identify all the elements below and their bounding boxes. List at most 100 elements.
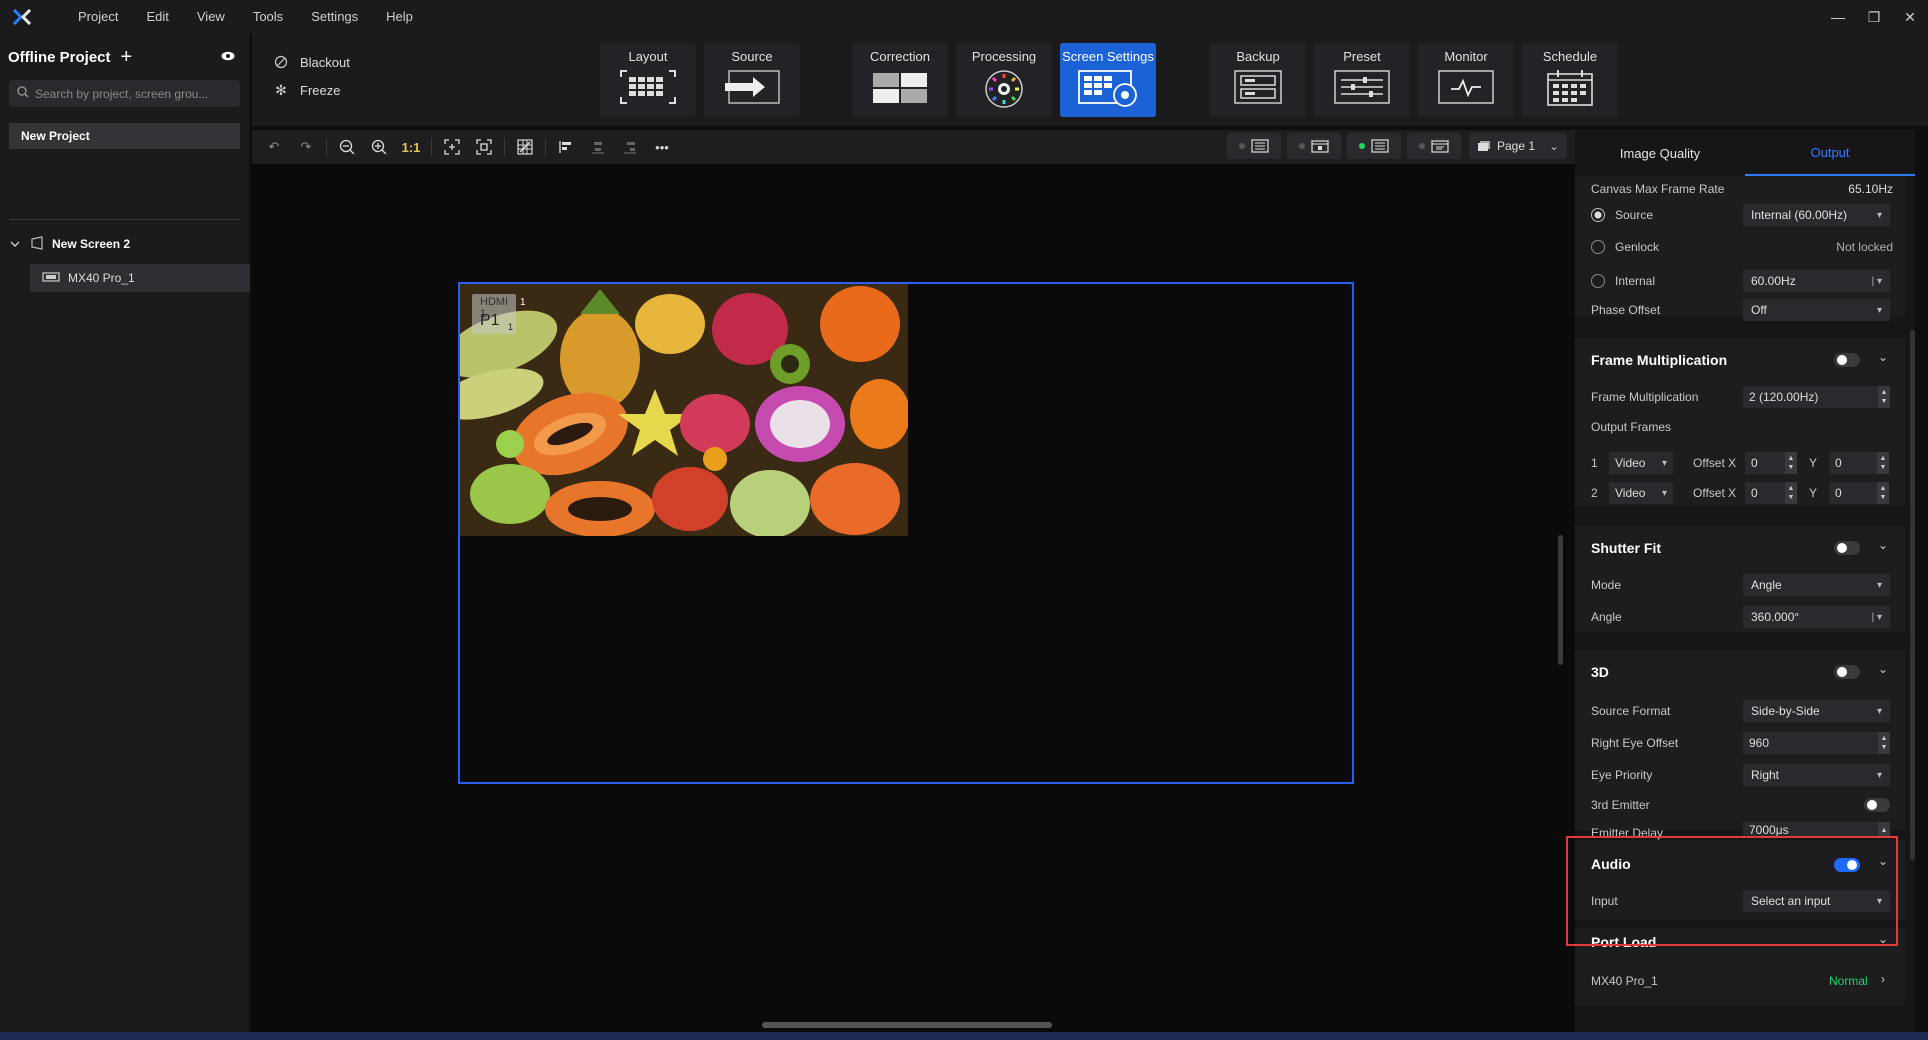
audio-input-select[interactable]: Select an input ▾ (1743, 890, 1890, 912)
view-mode-1-button[interactable] (1227, 133, 1281, 159)
genlock-row[interactable]: Genlock Not locked (1575, 234, 1905, 260)
pages-icon (1478, 141, 1490, 151)
app-logo-icon[interactable] (0, 0, 44, 34)
chevron-right-icon[interactable]: › (1881, 972, 1885, 986)
source-format-select[interactable]: Side-by-Side ▾ (1743, 700, 1890, 722)
chevron-down-icon: ▾ (1876, 209, 1882, 221)
stepper-arrows[interactable]: ▲ ▼ (1785, 482, 1797, 504)
menu-edit[interactable]: Edit (132, 0, 182, 34)
fit-all-icon[interactable] (436, 133, 468, 161)
undo-icon[interactable]: ↶ (258, 133, 290, 161)
menu-settings[interactable]: Settings (297, 0, 372, 34)
layout-button[interactable]: Layout (600, 43, 696, 117)
minimize-button[interactable]: — (1820, 0, 1856, 34)
blackout-button[interactable]: Blackout (272, 48, 350, 76)
right-eye-offset-stepper[interactable]: 960 ▲ ▼ (1743, 732, 1890, 754)
chevron-down-icon[interactable]: ⌄ (1878, 932, 1888, 946)
output-frames-label: Output Frames (1591, 420, 1672, 434)
align-left-icon[interactable] (550, 133, 582, 161)
chevron-down-icon[interactable]: ⌄ (1878, 538, 1888, 552)
grid-snap-icon[interactable] (509, 133, 541, 161)
menu-help[interactable]: Help (372, 0, 427, 34)
screen-canvas[interactable]: HDMI 1 P1 1 1 (252, 164, 1575, 1032)
processing-button[interactable]: Processing (956, 43, 1052, 117)
layer-badge: HDMI 1 P1 1 (472, 294, 516, 334)
view-mode-3-button[interactable] (1347, 133, 1401, 159)
menu-view[interactable]: View (183, 0, 239, 34)
stepper-arrows[interactable]: ▲ ▼ (1878, 732, 1890, 754)
frame-1-offset-y-stepper[interactable]: 0 ▲ ▼ (1829, 452, 1889, 474)
search-input[interactable] (35, 86, 232, 101)
shutter-mode-label: Mode (1591, 578, 1622, 592)
chevron-down-icon[interactable]: ⌄ (1878, 662, 1888, 676)
frame-2-offset-y-stepper[interactable]: 0 ▲ ▼ (1829, 482, 1889, 504)
frame-2-offset-x-stepper[interactable]: 0 ▲ ▼ (1745, 482, 1797, 504)
eye-icon[interactable] (221, 50, 235, 64)
fit-screen-icon[interactable] (468, 133, 500, 161)
stepper-arrows[interactable]: ▲ ▼ (1878, 386, 1890, 408)
frame-multiplication-toggle[interactable] (1834, 353, 1860, 367)
maximize-button[interactable]: ❐ (1856, 0, 1892, 34)
tab-image-quality[interactable]: Image Quality (1575, 130, 1745, 176)
align-center-icon[interactable] (582, 133, 614, 161)
correction-button[interactable]: Correction (852, 43, 948, 117)
shutter-fit-toggle[interactable] (1834, 541, 1860, 555)
blackout-icon (272, 55, 290, 69)
stepper-arrows[interactable]: ▲ ▼ (1877, 452, 1889, 474)
source-button[interactable]: Source (704, 43, 800, 117)
internal-rate-select[interactable]: 60.00Hz | ▾ (1743, 270, 1890, 292)
tree-device-item[interactable]: MX40 Pro_1 (30, 264, 250, 292)
view-mode-2-button[interactable] (1287, 133, 1341, 159)
genlock-radio[interactable] (1591, 240, 1605, 254)
audio-toggle[interactable] (1834, 858, 1860, 872)
eye-priority-select[interactable]: Right ▾ (1743, 764, 1890, 786)
emitter-delay-stepper[interactable]: 7000μs ▲ (1743, 822, 1890, 838)
shutter-angle-select[interactable]: 360.000° | ▾ (1743, 606, 1890, 628)
backup-label: Backup (1236, 49, 1280, 64)
source-layer-image[interactable]: HDMI 1 P1 1 1 (460, 284, 908, 536)
shutter-mode-select[interactable]: Angle ▾ (1743, 574, 1890, 596)
frame-1-type-select[interactable]: Video ▾ (1609, 452, 1673, 474)
add-project-icon[interactable]: + (121, 47, 133, 67)
phase-offset-select[interactable]: Off ▾ (1743, 299, 1890, 321)
canvas-horizontal-scrollbar[interactable] (762, 1022, 1052, 1028)
tree-screen-item[interactable]: New Screen 2 (0, 224, 249, 264)
chevron-down-icon[interactable]: ⌄ (1878, 350, 1888, 364)
stepper-arrows[interactable]: ▲ (1878, 822, 1890, 838)
close-button[interactable]: ✕ (1892, 0, 1928, 34)
frame-multiplication-stepper[interactable]: 2 (120.00Hz) ▲ ▼ (1743, 386, 1890, 408)
chevron-down-icon[interactable] (10, 237, 20, 251)
new-project-item[interactable]: New Project (9, 123, 240, 149)
properties-panel: Image Quality Output Canvas Max Frame Ra… (1575, 130, 1915, 1032)
schedule-button[interactable]: Schedule (1522, 43, 1618, 117)
redo-icon[interactable]: ↷ (290, 133, 322, 161)
source-sync-select[interactable]: Internal (60.00Hz) ▾ (1743, 204, 1890, 226)
menu-project[interactable]: Project (64, 0, 132, 34)
preset-button[interactable]: Preset (1314, 43, 1410, 117)
chevron-down-icon[interactable]: ⌄ (1878, 854, 1888, 868)
frame-2-type-select[interactable]: Video ▾ (1609, 482, 1673, 504)
internal-radio[interactable] (1591, 274, 1605, 288)
screen-settings-button[interactable]: Screen Settings (1060, 43, 1156, 117)
backup-button[interactable]: Backup (1210, 43, 1306, 117)
three-d-toggle[interactable] (1834, 665, 1860, 679)
freeze-button[interactable]: ✻ Freeze (272, 76, 350, 104)
frame-1-offset-x-stepper[interactable]: 0 ▲ ▼ (1745, 452, 1797, 474)
panel-scrollbar[interactable] (1910, 330, 1915, 860)
actual-size-button[interactable]: 1:1 (395, 133, 427, 161)
canvas-vertical-scrollbar[interactable] (1558, 535, 1563, 665)
screen-frame[interactable]: HDMI 1 P1 1 1 (458, 282, 1354, 784)
source-radio[interactable] (1591, 208, 1605, 222)
menu-tools[interactable]: Tools (239, 0, 297, 34)
page-selector[interactable]: Page 1 ⌄ (1469, 133, 1567, 159)
stepper-arrows[interactable]: ▲ ▼ (1785, 452, 1797, 474)
tab-output[interactable]: Output (1745, 130, 1915, 176)
view-mode-4-button[interactable] (1407, 133, 1461, 159)
third-emitter-toggle[interactable] (1864, 798, 1890, 812)
align-right-icon[interactable] (614, 133, 646, 161)
zoom-out-icon[interactable] (331, 133, 363, 161)
more-options-button[interactable]: ••• (646, 133, 678, 161)
stepper-arrows[interactable]: ▲ ▼ (1877, 482, 1889, 504)
monitor-button[interactable]: Monitor (1418, 43, 1514, 117)
zoom-in-icon[interactable] (363, 133, 395, 161)
